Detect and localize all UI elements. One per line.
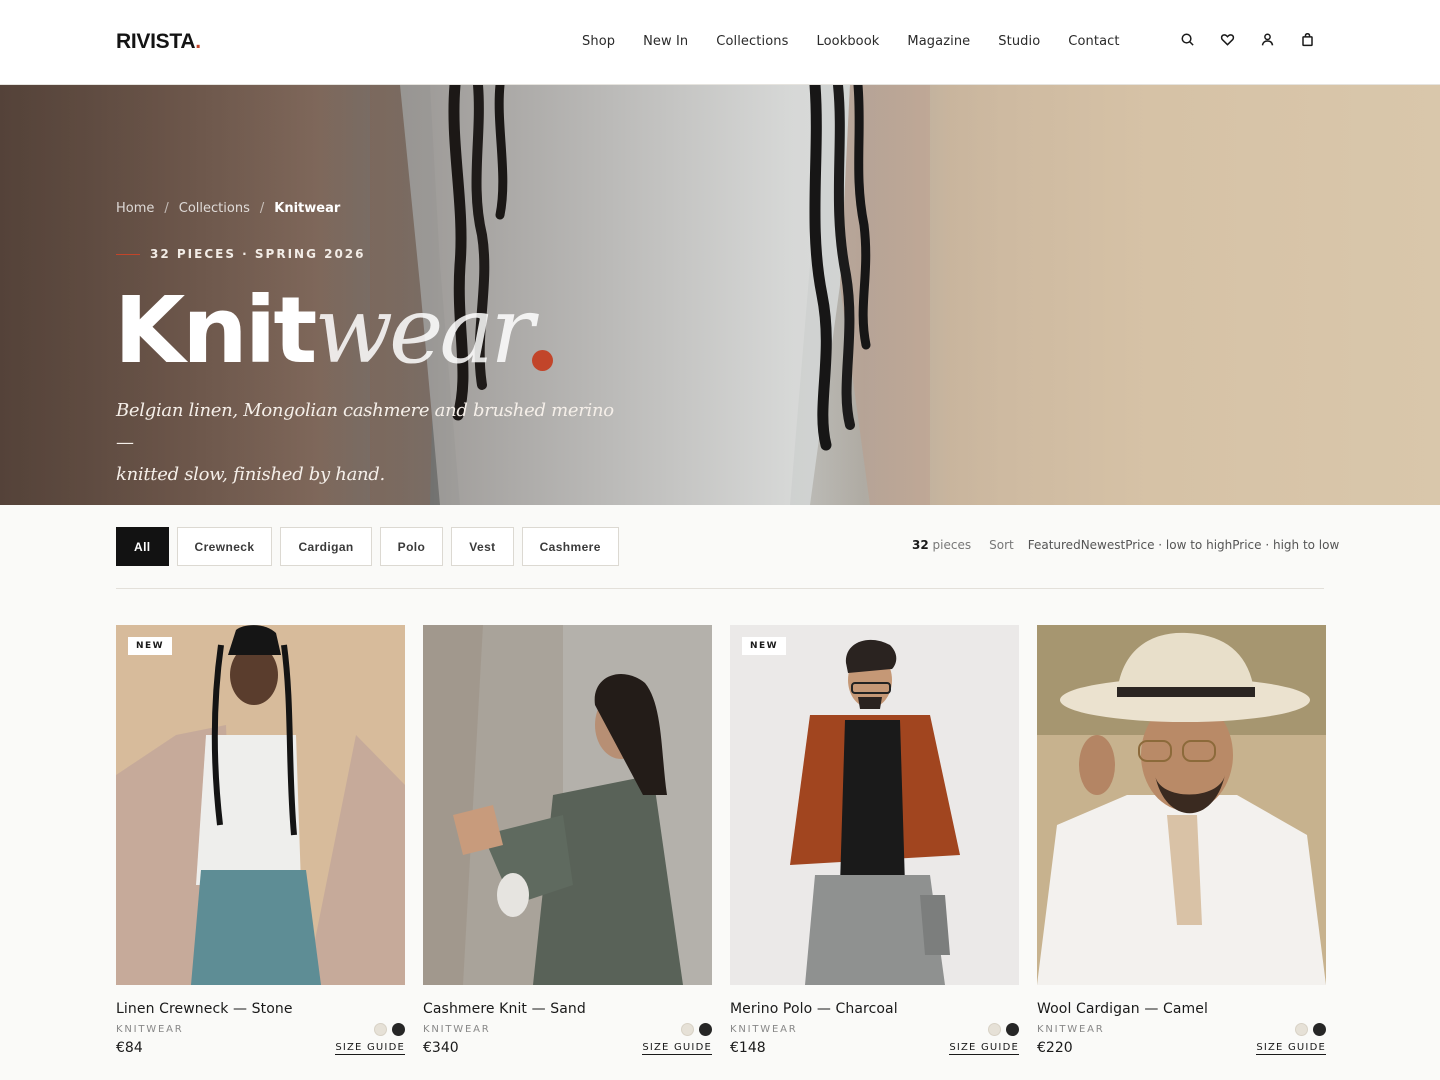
eyebrow-rule (116, 253, 140, 255)
brand-logo[interactable]: RIVISTA. (116, 30, 201, 54)
subtitle-line-2: knitted slow, finished by hand. (116, 464, 385, 485)
header-actions (1178, 30, 1316, 48)
results-count-label: pieces (932, 538, 972, 552)
filter-crewneck[interactable]: Crewneck (176, 527, 273, 566)
product-category: KNITWEAR (116, 1024, 184, 1035)
results-toolbar: 32 pieces Sort Featured Newest Price · l… (912, 538, 1339, 552)
color-swatches (374, 1023, 405, 1036)
color-swatches (988, 1023, 1019, 1036)
product-name[interactable]: Linen Crewneck — Stone (116, 1001, 405, 1017)
heart-icon[interactable] (1218, 30, 1236, 48)
sort-newest[interactable]: Newest (1081, 538, 1126, 552)
page-title: Knit wear (114, 267, 554, 384)
product-price: €340 (423, 1040, 459, 1056)
breadcrumb-current: Knitwear (274, 201, 341, 216)
product-grid: NEW Linen Crewneck — Stone KNITWEAR €84 … (116, 625, 1326, 1056)
nav-contact[interactable]: Contact (1068, 34, 1119, 49)
size-guide-link[interactable]: SIZE GUIDE (642, 1042, 712, 1055)
bag-icon[interactable] (1298, 30, 1316, 48)
swatch-light[interactable] (988, 1023, 1001, 1036)
user-icon[interactable] (1258, 30, 1276, 48)
color-swatches (681, 1023, 712, 1036)
nav-collections[interactable]: Collections (716, 34, 788, 49)
logo-dot: . (195, 30, 201, 53)
results-count-number: 32 (912, 538, 929, 552)
product-photo-linen-crewneck (116, 625, 405, 985)
filter-vest[interactable]: Vest (451, 527, 514, 566)
product-name[interactable]: Merino Polo — Charcoal (730, 1001, 1019, 1017)
swatch-light[interactable] (681, 1023, 694, 1036)
sort-featured[interactable]: Featured (1028, 538, 1081, 552)
product-card[interactable]: NEW Merino Polo — Charcoal KNITWEAR €148… (730, 625, 1019, 1056)
swatch-dark[interactable] (392, 1023, 405, 1036)
product-card[interactable]: NEW Linen Crewneck — Stone KNITWEAR €84 … (116, 625, 405, 1056)
search-icon[interactable] (1178, 30, 1196, 48)
product-card[interactable]: Cashmere Knit — Sand KNITWEAR €340 SIZE … (423, 625, 712, 1056)
breadcrumb-home[interactable]: Home (116, 201, 154, 216)
product-price: €148 (730, 1040, 766, 1056)
product-badge-new: NEW (742, 637, 787, 655)
swatch-light[interactable] (374, 1023, 387, 1036)
product-image[interactable]: NEW (730, 625, 1019, 985)
filter-cashmere[interactable]: Cashmere (521, 527, 619, 566)
swatch-dark[interactable] (699, 1023, 712, 1036)
product-price: €84 (116, 1040, 143, 1056)
title-accent-dot (532, 350, 554, 371)
nav-magazine[interactable]: Magazine (907, 34, 970, 49)
nav-lookbook[interactable]: Lookbook (816, 34, 879, 49)
swatch-dark[interactable] (1313, 1023, 1326, 1036)
size-guide-link[interactable]: SIZE GUIDE (335, 1042, 405, 1055)
sort-options: Featured Newest Price · low to high Pric… (1028, 538, 1340, 552)
logo-text: RIVISTA (116, 30, 196, 53)
product-image[interactable]: NEW (116, 625, 405, 985)
category-filters: All Crewneck Cardigan Polo Vest Cashmere (116, 527, 619, 566)
breadcrumb-separator: / (259, 201, 265, 216)
title-bold: Knit (114, 277, 317, 384)
product-photo-cashmere-knit (423, 625, 712, 985)
product-category: KNITWEAR (423, 1024, 491, 1035)
results-count: 32 pieces (912, 538, 971, 552)
eyebrow-text: 32 PIECES · SPRING 2026 (150, 247, 366, 261)
breadcrumb-collections[interactable]: Collections (179, 201, 250, 216)
color-swatches (1295, 1023, 1326, 1036)
filter-polo[interactable]: Polo (379, 527, 444, 566)
hero-subtitle: Belgian linen, Mongolian cashmere and br… (116, 395, 616, 491)
sort-price-desc[interactable]: Price · high to low (1232, 538, 1339, 552)
nav-studio[interactable]: Studio (998, 34, 1040, 49)
product-image[interactable] (1037, 625, 1326, 985)
site-header: RIVISTA. Shop New In Collections Lookboo… (0, 0, 1440, 85)
size-guide-link[interactable]: SIZE GUIDE (1256, 1042, 1326, 1055)
nav-shop[interactable]: Shop (582, 34, 615, 49)
product-category: KNITWEAR (1037, 1024, 1105, 1035)
title-italic: wear (314, 277, 534, 384)
product-name[interactable]: Cashmere Knit — Sand (423, 1001, 712, 1017)
product-photo-merino-polo (730, 625, 1019, 985)
product-image[interactable] (423, 625, 712, 985)
sort-label: Sort (989, 538, 1014, 552)
filter-cardigan[interactable]: Cardigan (280, 527, 372, 566)
subtitle-line-1: Belgian linen, Mongolian cashmere and br… (116, 400, 614, 453)
nav-new-in[interactable]: New In (643, 34, 688, 49)
collection-hero: Home / Collections / Knitwear 32 PIECES … (0, 85, 1440, 505)
sort-price-asc[interactable]: Price · low to high (1125, 538, 1232, 552)
size-guide-link[interactable]: SIZE GUIDE (949, 1042, 1019, 1055)
breadcrumb-separator: / (164, 201, 169, 216)
hero-eyebrow: 32 PIECES · SPRING 2026 (116, 247, 366, 261)
product-name[interactable]: Wool Cardigan — Camel (1037, 1001, 1326, 1017)
product-photo-wool-cardigan (1037, 625, 1326, 985)
product-price: €220 (1037, 1040, 1073, 1056)
swatch-dark[interactable] (1006, 1023, 1019, 1036)
product-badge-new: NEW (128, 637, 173, 655)
breadcrumb: Home / Collections / Knitwear (116, 201, 340, 216)
product-card[interactable]: Wool Cardigan — Camel KNITWEAR €220 SIZE… (1037, 625, 1326, 1056)
swatch-light[interactable] (1295, 1023, 1308, 1036)
main-nav: Shop New In Collections Lookbook Magazin… (582, 34, 1120, 49)
filter-all[interactable]: All (116, 527, 169, 566)
section-divider (116, 588, 1324, 589)
product-category: KNITWEAR (730, 1024, 798, 1035)
